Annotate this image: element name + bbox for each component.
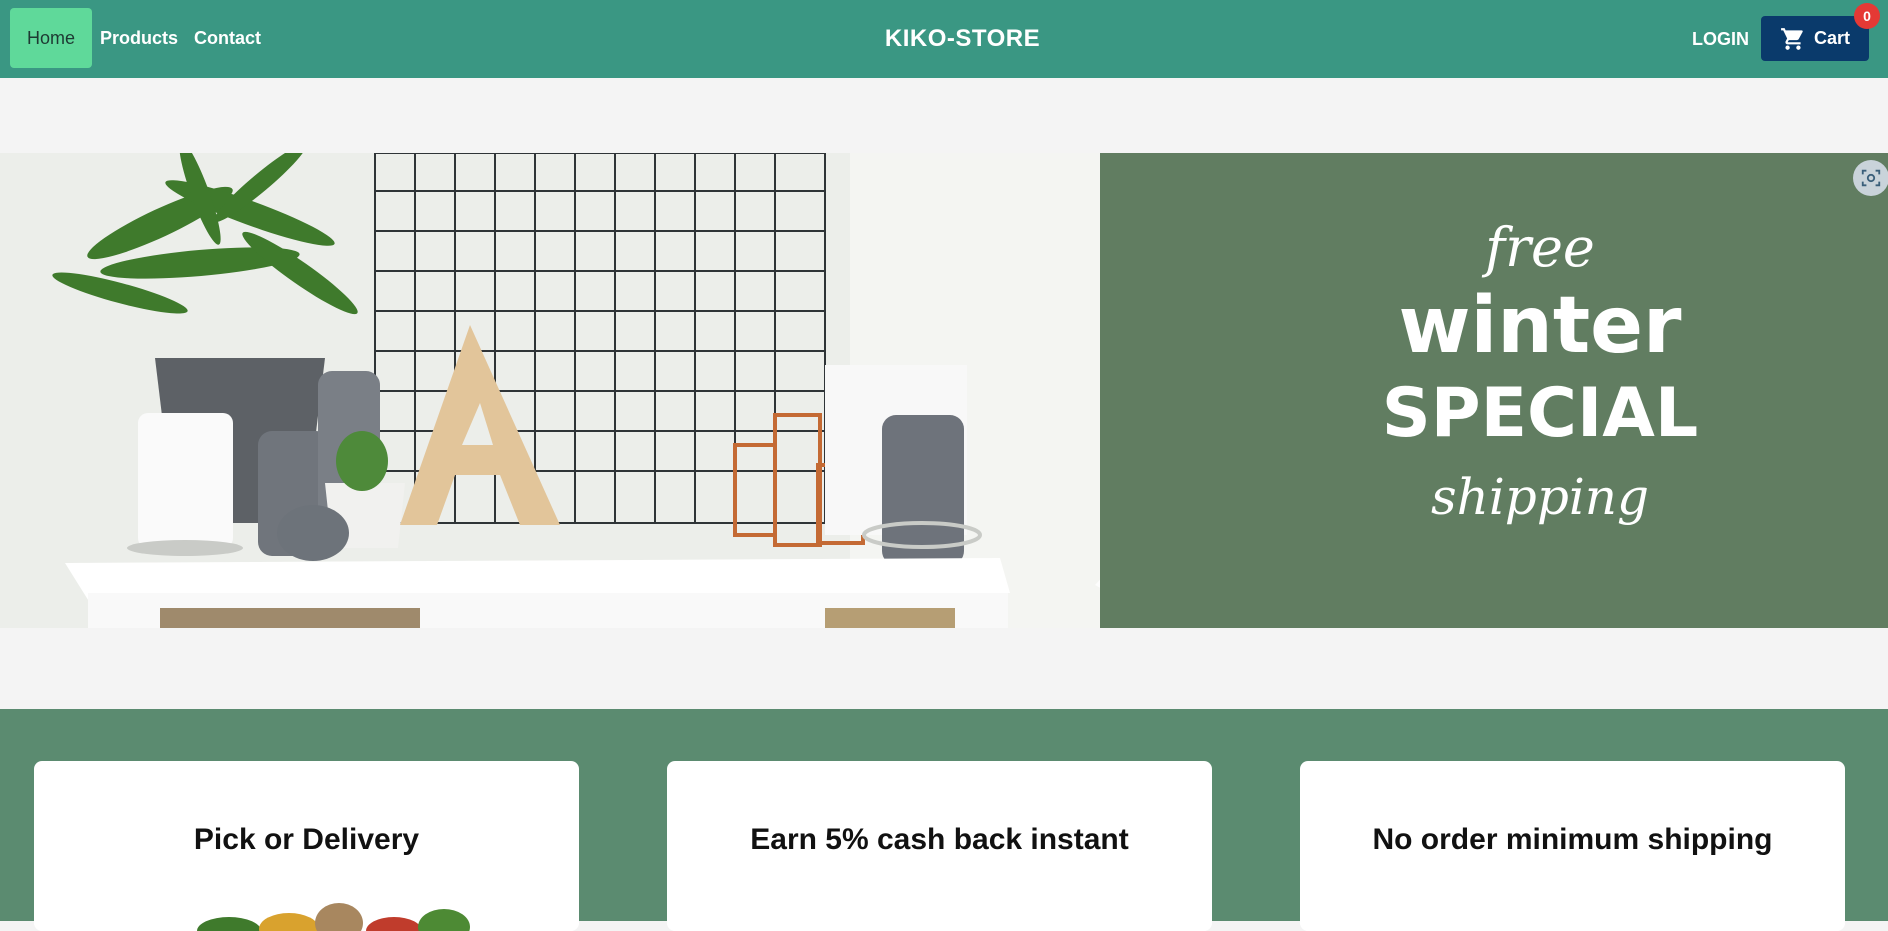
- screenshot-icon[interactable]: [1853, 160, 1888, 196]
- login-link[interactable]: LOGIN: [1692, 0, 1749, 78]
- cart-label: Cart: [1813, 28, 1850, 48]
- capture-icon-glyph: [1861, 169, 1881, 187]
- feature-title: Earn 5% cash back instant: [750, 823, 1129, 856]
- feature-card-no-minimum: No order minimum shipping: [1300, 761, 1845, 931]
- cart-count-badge: 0: [1854, 3, 1880, 29]
- promo-winter-text: winter: [1398, 281, 1682, 371]
- main-nav: Home Products Contact: [10, 8, 269, 68]
- features-section: Pick or Delivery Earn 5% cash back insta…: [0, 709, 1888, 931]
- hero-banner: free winter SPECIAL shipping: [0, 153, 1888, 628]
- feature-title: Pick or Delivery: [193, 823, 420, 856]
- promo-message: free winter SPECIAL shipping: [1310, 213, 1770, 535]
- produce-illustration: [197, 903, 470, 931]
- feature-card-cash-back: Earn 5% cash back instant: [667, 761, 1212, 931]
- promo-shipping-text: shipping: [1430, 468, 1650, 526]
- promo-free-text: free: [1485, 216, 1595, 279]
- navbar: Home Products Contact KIKO-STORE LOGIN C…: [0, 0, 1888, 78]
- nav-home-link[interactable]: Home: [10, 8, 93, 68]
- feature-card-pick-delivery: Pick or Delivery: [34, 761, 579, 931]
- cart-button[interactable]: Cart: [1761, 16, 1869, 61]
- shelf-scene-illustration: [0, 153, 1230, 628]
- promo-special-text: SPECIAL: [1381, 374, 1699, 453]
- brand-title: KIKO-STORE: [884, 25, 1041, 52]
- nav-contact-link[interactable]: Contact: [186, 8, 269, 68]
- nav-products-link[interactable]: Products: [92, 8, 186, 68]
- hero-photo: [0, 153, 1230, 628]
- cart-icon: [1781, 27, 1803, 50]
- feature-title: No order minimum shipping: [1372, 823, 1773, 856]
